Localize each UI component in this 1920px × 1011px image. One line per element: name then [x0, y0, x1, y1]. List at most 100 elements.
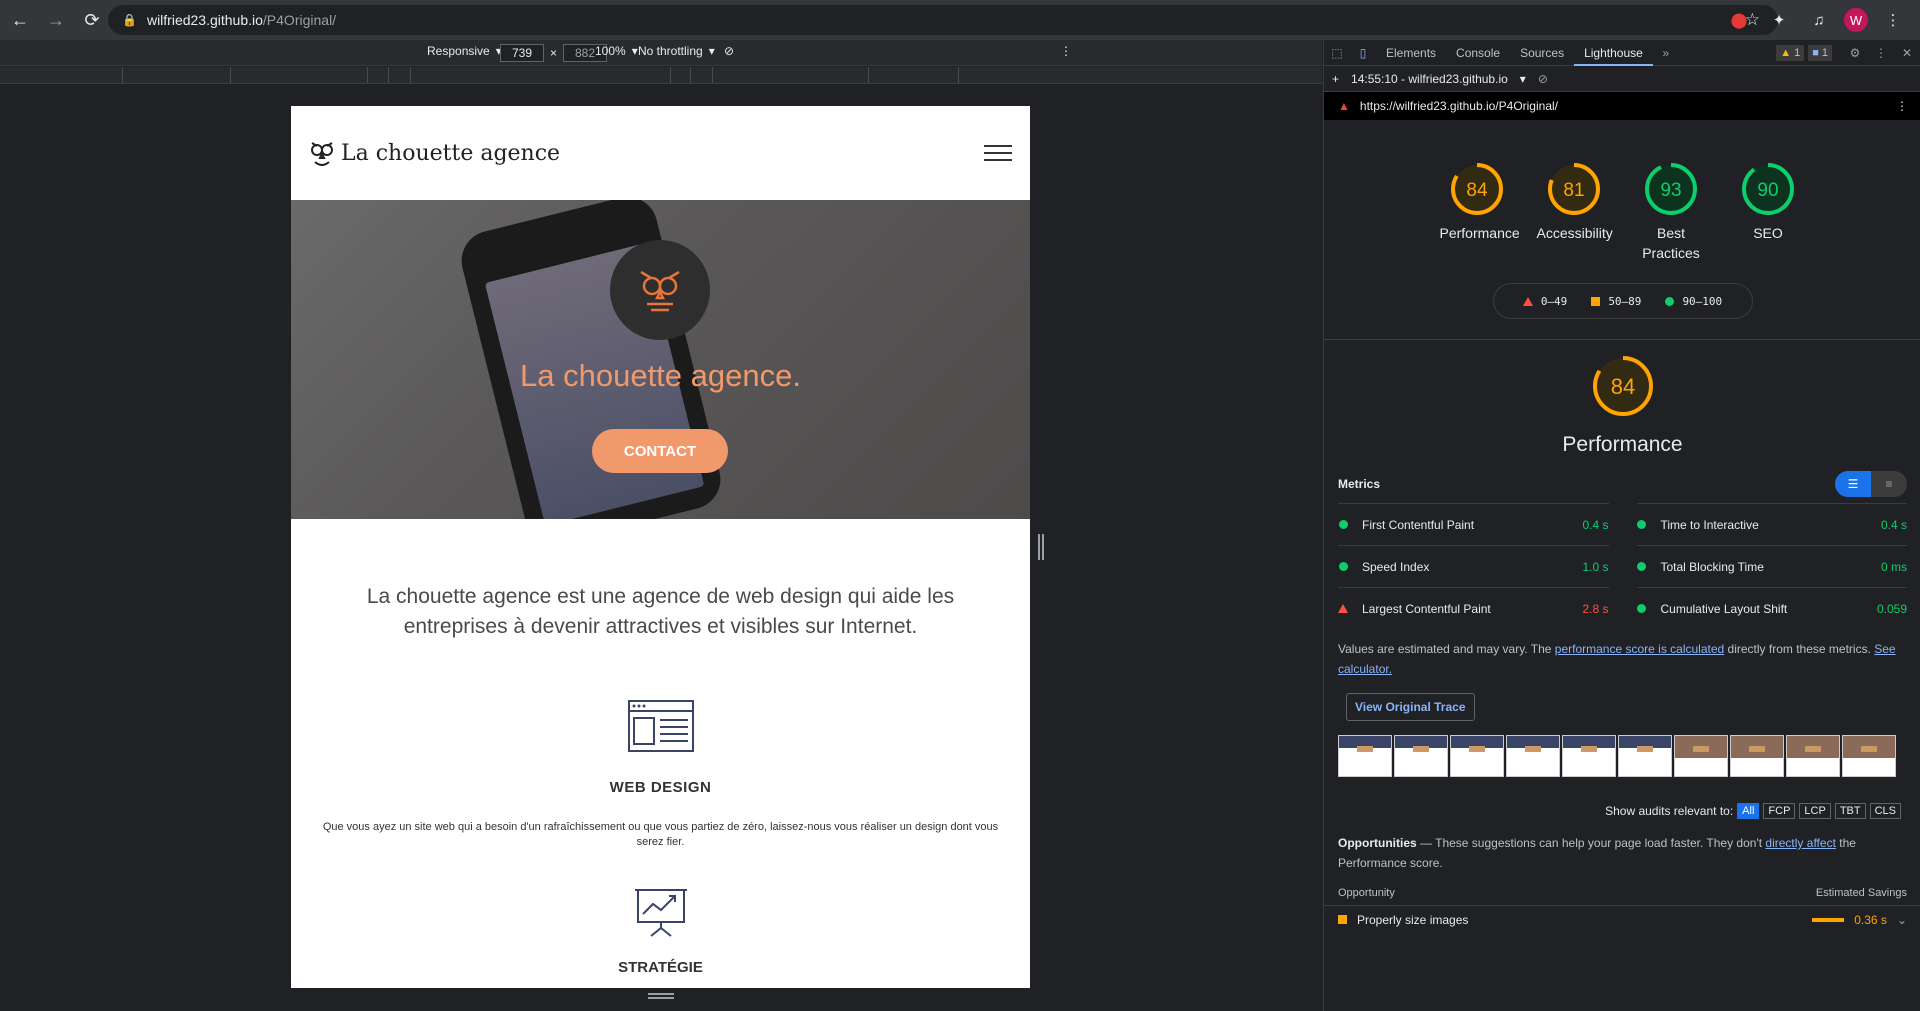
metrics-view-toggle[interactable]: ☰ ≡: [1835, 471, 1907, 497]
profile-avatar[interactable]: W: [1844, 8, 1868, 32]
service-web-design: WEB DESIGN Que vous ayez un site web qui…: [291, 700, 1030, 850]
service-title: WEB DESIGN: [609, 779, 712, 796]
metrics-header: Metrics ☰ ≡: [1324, 471, 1920, 497]
media-icon[interactable]: ♫: [1804, 5, 1834, 35]
gauge-label: Best Practices: [1642, 225, 1700, 261]
devtools-tabs: ⬚ ▯ Elements Console Sources Lighthouse …: [1324, 40, 1920, 66]
resize-handle-right[interactable]: [1038, 534, 1044, 560]
warnings-badge[interactable]: ▲ 1: [1776, 44, 1805, 61]
address-bar[interactable]: 🔒 wilfried23.github.io/P4Original/ ☆: [108, 5, 1778, 35]
extensions: ⬤ ✦ ♫ W ⋮: [1724, 5, 1908, 35]
average-square-icon: [1338, 915, 1347, 924]
close-icon[interactable]: ✕: [1894, 46, 1920, 60]
opportunity-row[interactable]: Properly size images 0.36 s ⌄: [1324, 905, 1920, 933]
report-select[interactable]: 14:55:10 - wilfried23.github.io: [1351, 72, 1508, 86]
score-gauge[interactable]: 93 Best Practices: [1634, 161, 1709, 263]
score-gauge[interactable]: 81 Accessibility: [1537, 161, 1613, 263]
puzzle-icon[interactable]: ✦: [1764, 5, 1794, 35]
chevron-down-icon: ▾: [1519, 71, 1526, 86]
browser-toolbar: ← → ⟳ 🔒 wilfried23.github.io/P4Original/…: [0, 0, 1920, 40]
average-square-icon: [1591, 296, 1601, 306]
performance-gauge-ring: 84: [1592, 356, 1653, 416]
forward-icon[interactable]: →: [40, 4, 72, 36]
menu-icon[interactable]: ⋮: [1878, 5, 1908, 35]
more-tabs-icon[interactable]: »: [1653, 46, 1679, 60]
tab-lighthouse[interactable]: Lighthouse: [1574, 40, 1653, 66]
customize-icon[interactable]: ⋮: [1868, 46, 1894, 60]
zoom-select[interactable]: 100%: [595, 44, 626, 58]
width-input[interactable]: 739: [500, 44, 544, 62]
intro-text: La chouette agence est une agence de web…: [366, 585, 955, 638]
tab-console[interactable]: Console: [1446, 40, 1510, 66]
tab-elements[interactable]: Elements: [1376, 40, 1446, 66]
message-count: 1: [1821, 46, 1828, 59]
lock-icon: 🔒: [122, 13, 137, 27]
gauge-score: 90: [1757, 180, 1778, 201]
opportunity-header: Opportunity Estimated Savings: [1324, 887, 1920, 899]
metric-value: 0.4 s: [1582, 517, 1609, 532]
inspect-icon[interactable]: ⬚: [1324, 46, 1350, 60]
metric-name: First Contentful Paint: [1362, 517, 1475, 532]
filter-all[interactable]: All: [1737, 803, 1760, 819]
lighthouse-logo-icon: ▲: [1338, 99, 1350, 113]
opportunities-intro: Opportunities — These suggestions can he…: [1338, 836, 1856, 870]
media-query-ruler[interactable]: [0, 67, 1322, 84]
new-report-icon[interactable]: +: [1332, 72, 1339, 86]
throttling-select[interactable]: No throttling: [638, 44, 703, 58]
chevron-down-icon[interactable]: ⌄: [1897, 913, 1907, 927]
site-logo[interactable]: La chouette agence: [309, 138, 560, 168]
audit-filter: Show audits relevant to: All FCP LCP TBT…: [1324, 803, 1920, 819]
metrics-note: Values are estimated and may vary. The p…: [1338, 642, 1896, 676]
contact-button[interactable]: CONTACT: [592, 429, 728, 473]
gauge-ring: 93: [1645, 163, 1697, 215]
score-calculated-link[interactable]: performance score is calculated: [1555, 642, 1724, 656]
gauge-label: SEO: [1753, 225, 1783, 241]
metric-row: Total Blocking Time 0 ms: [1636, 545, 1907, 587]
gauge-score: 93: [1660, 180, 1681, 201]
back-icon[interactable]: ←: [4, 4, 36, 36]
rotate-icon[interactable]: ⊘: [724, 44, 734, 58]
performance-gauge: 84: [1324, 354, 1920, 423]
opportunities-title: Opportunities: [1338, 836, 1417, 850]
reload-icon[interactable]: ⟳: [76, 4, 108, 36]
warning-icon: ▲: [1780, 46, 1792, 59]
device-mode-select[interactable]: Responsive: [427, 44, 490, 58]
hamburger-menu-icon[interactable]: [984, 140, 1012, 166]
savings-value: 0.36 s: [1854, 912, 1887, 927]
clear-icon[interactable]: ⊘: [1538, 72, 1548, 86]
filmstrip-frame: [1506, 735, 1560, 777]
filmstrip-frame: [1618, 735, 1672, 777]
pass-circle-icon: [1665, 296, 1675, 306]
filmstrip-frame: [1842, 735, 1896, 777]
metric-value: 0.4 s: [1880, 517, 1907, 532]
score-gauge[interactable]: 90 SEO: [1731, 161, 1806, 263]
score-gauge[interactable]: 84 Performance: [1440, 161, 1520, 263]
metrics-grid: First Contentful Paint 0.4 s Time to Inter…: [1324, 503, 1920, 629]
legend-good: 90–100: [1682, 294, 1723, 308]
compact-view-icon[interactable]: ☰: [1835, 471, 1871, 497]
pass-circle-icon: [1637, 520, 1646, 529]
resize-handle-bottom[interactable]: [648, 993, 674, 999]
hero-title: La chouette agence.: [520, 358, 801, 393]
report-menu-icon[interactable]: ⋮: [1896, 99, 1908, 113]
device-toggle-icon[interactable]: ▯: [1350, 46, 1376, 60]
more-options-icon[interactable]: ⋮: [1060, 44, 1072, 58]
directly-affect-link[interactable]: directly affect: [1765, 836, 1835, 850]
messages-badge[interactable]: ■ 1: [1808, 44, 1832, 61]
strategy-icon: [634, 889, 687, 937]
lighthouse-report[interactable]: 84 Performance 81 Accessibility 93 Best Pract…: [1324, 148, 1920, 1011]
tab-sources[interactable]: Sources: [1510, 40, 1574, 66]
filter-lcp[interactable]: LCP: [1799, 803, 1831, 819]
extension-icon[interactable]: ⬤: [1724, 5, 1754, 35]
report-url[interactable]: https://wilfried23.github.io/P4Original/: [1360, 99, 1558, 113]
expanded-view-icon[interactable]: ≡: [1871, 471, 1907, 497]
filter-tbt[interactable]: TBT: [1834, 803, 1866, 819]
gauge-ring: 90: [1742, 163, 1794, 215]
settings-gear-icon[interactable]: ⚙: [1842, 46, 1868, 60]
legend-average: 50–89: [1608, 294, 1642, 308]
filter-fcp[interactable]: FCP: [1763, 803, 1796, 819]
filter-cls[interactable]: CLS: [1869, 803, 1901, 819]
legend-bad: 0–49: [1540, 294, 1568, 308]
view-trace-button[interactable]: View Original Trace: [1346, 693, 1475, 721]
filmstrip-frame: [1786, 735, 1840, 777]
